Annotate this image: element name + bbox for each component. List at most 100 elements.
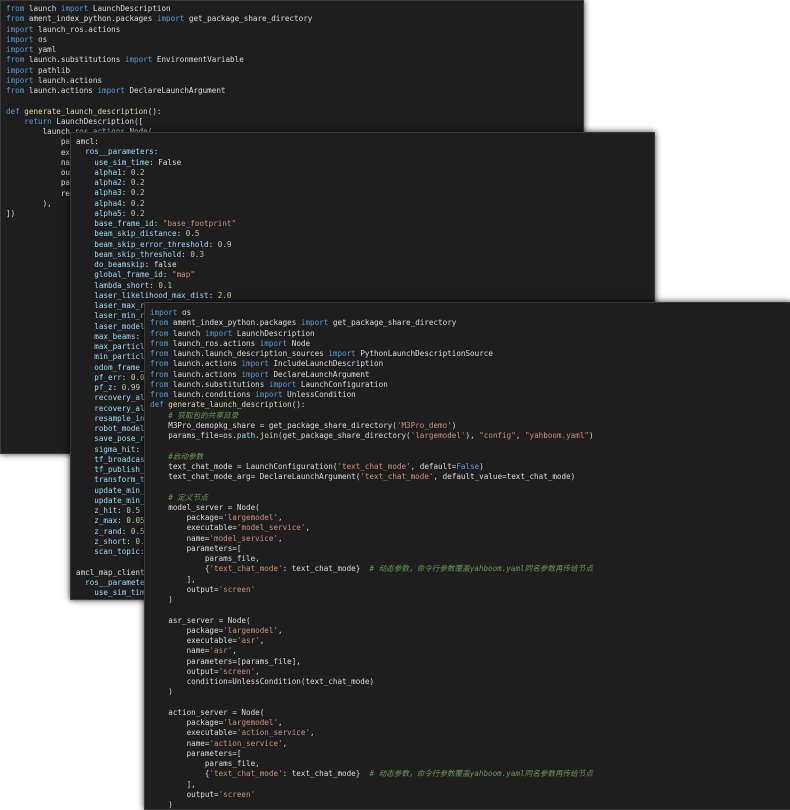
code-token: alpha4 bbox=[76, 198, 122, 208]
code-token: IncludeLaunchDescription bbox=[268, 359, 384, 369]
code-token: , bbox=[282, 738, 288, 748]
code-line: # 获取包的共享目录 bbox=[150, 411, 790, 421]
code-token: amcl_map_client: bbox=[76, 567, 150, 577]
code-line: from launch import LaunchDescription bbox=[6, 4, 583, 14]
code-token: alpha5 bbox=[76, 208, 122, 218]
code-token: : bbox=[117, 516, 127, 526]
code-token: 0.2 bbox=[130, 167, 145, 177]
code-token: executable= bbox=[150, 728, 237, 738]
code-token: name= bbox=[150, 533, 210, 543]
code-line: alpha5: 0.2 bbox=[76, 209, 654, 219]
code-token: , bbox=[278, 718, 283, 727]
code-token: generate_launch_description bbox=[168, 400, 292, 410]
code-token: 'text_chat_mode' bbox=[209, 564, 283, 574]
code-token: : bbox=[121, 526, 131, 536]
code-token: Node bbox=[287, 338, 311, 348]
code-token: import bbox=[204, 328, 233, 338]
code-token: scan_topic bbox=[76, 547, 141, 556]
code-token: output= bbox=[150, 789, 219, 799]
code-token: : False bbox=[149, 157, 182, 167]
code-line: name='asr', bbox=[150, 646, 790, 656]
code-line: from launch.actions import DeclareLaunch… bbox=[150, 370, 790, 380]
code-token: launch.actions bbox=[168, 359, 242, 369]
code-token: import bbox=[6, 34, 34, 44]
code-token: import bbox=[124, 55, 153, 65]
code-token: alpha3 bbox=[76, 188, 122, 198]
code-token: 0.2 bbox=[130, 198, 145, 208]
code-token: 0.5 bbox=[185, 229, 200, 239]
code-line: output='screen', bbox=[150, 667, 790, 677]
code-line: alpha4: 0.2 bbox=[76, 199, 654, 209]
code-token: ros__parameters: bbox=[76, 147, 159, 157]
code-token: , bbox=[259, 636, 265, 645]
code-token: 'largemodel' bbox=[410, 431, 466, 440]
code-token: os bbox=[177, 308, 192, 317]
code-token: 'largemodel' bbox=[223, 718, 279, 727]
code-token: alpha2 bbox=[76, 178, 122, 187]
code-line: ], bbox=[150, 575, 790, 585]
code-token: z_max bbox=[76, 516, 118, 526]
code-token: 'text_chat_mode' bbox=[209, 769, 283, 779]
code-token: ament_index_python.packages bbox=[168, 318, 301, 328]
code-token: 0.2 bbox=[130, 178, 145, 187]
code-line: beam_skip_threshold: 0.3 bbox=[76, 250, 654, 260]
code-token: DeclareLaunchArgument bbox=[124, 86, 226, 95]
code-token: z_rand bbox=[76, 526, 122, 536]
code-token: ], bbox=[150, 779, 196, 789]
code-line: params_file, bbox=[150, 759, 790, 769]
code-token: global_frame_id bbox=[76, 270, 163, 280]
code-token: 'text_chat_mode' bbox=[360, 472, 434, 481]
code-line: package='largemodel', bbox=[150, 718, 790, 728]
code-token: os bbox=[33, 34, 48, 44]
code-token: : bbox=[121, 178, 131, 187]
code-token: , bbox=[255, 666, 260, 676]
code-line: from launch import LaunchDescription bbox=[150, 329, 790, 339]
code-token: : bbox=[121, 372, 131, 382]
code-line: text_chat_mode = LaunchConfiguration('te… bbox=[150, 462, 790, 472]
code-token: ), bbox=[6, 198, 52, 208]
code-line: from ament_index_python.packages import … bbox=[150, 318, 790, 328]
code-token: launch.actions bbox=[168, 369, 242, 379]
code-line: #启动参数 bbox=[150, 452, 790, 462]
code-token: M3Pro_demopkg_share = get_package_share_… bbox=[150, 420, 397, 430]
code-token: launch.substitutions bbox=[168, 379, 269, 389]
code-line: lambda_short: 0.1 bbox=[76, 281, 654, 291]
code-line: from ament_index_python.packages import … bbox=[6, 14, 583, 24]
code-line: laser_likelihood_max_dist: 2.0 bbox=[76, 291, 654, 301]
code-token: from bbox=[6, 86, 25, 95]
code-token: , bbox=[310, 728, 315, 738]
code-token: (get_package_share_directory( bbox=[278, 431, 411, 440]
code-token: 2.0 bbox=[217, 290, 232, 300]
code-line: base_frame_id: "base_footprint" bbox=[76, 219, 654, 229]
code-token: : bbox=[112, 383, 122, 392]
code-token: z_short bbox=[76, 536, 127, 546]
code-line: import os bbox=[150, 308, 790, 318]
code-line: ros__parameters: bbox=[76, 147, 654, 157]
code-token: from bbox=[6, 14, 25, 24]
code-token: 'largemodel' bbox=[223, 513, 279, 522]
code-token: z_hit bbox=[76, 506, 118, 515]
code-line: use_sim_time: False bbox=[76, 158, 654, 168]
code-token: package= bbox=[150, 513, 224, 522]
code-token: name= bbox=[150, 646, 210, 656]
code-token: parameters=[ bbox=[150, 543, 242, 553]
code-token: lambda_short bbox=[76, 280, 150, 290]
code-token: return bbox=[24, 116, 52, 126]
code-line: from launch.actions import DeclareLaunch… bbox=[6, 86, 583, 96]
code-token: , bbox=[305, 523, 311, 533]
code-token: import bbox=[6, 24, 34, 34]
code-line: beam_skip_distance: 0.5 bbox=[76, 229, 654, 239]
code-line: {'text_chat_mode': text_chat_mode} # 动态参… bbox=[150, 564, 790, 574]
code-token: output= bbox=[150, 666, 219, 676]
code-token: { bbox=[150, 769, 210, 779]
code-token: from bbox=[150, 369, 169, 379]
code-token: join bbox=[259, 431, 279, 440]
code-line: import launch.actions bbox=[6, 76, 583, 86]
code-line: ) bbox=[150, 800, 790, 809]
code-token: text_chat_mode = LaunchConfiguration( bbox=[150, 461, 338, 471]
code-line: output='screen' bbox=[150, 585, 790, 595]
code-token: import bbox=[6, 45, 34, 54]
code-token: ament_index_python.packages bbox=[24, 14, 157, 24]
